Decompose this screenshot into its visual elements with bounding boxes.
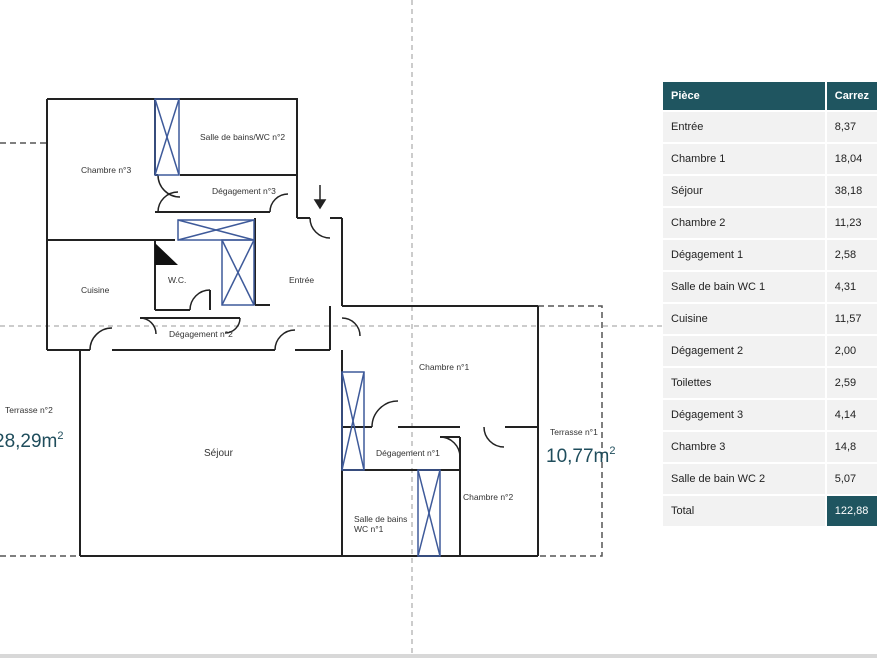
table-row: Chambre 2 11,23: [663, 208, 877, 238]
cell-room: Dégagement 1: [663, 240, 825, 270]
bottom-scrollbar-edge: [0, 654, 877, 658]
cell-carrez: 11,23: [824, 208, 877, 238]
cell-room: Chambre 1: [663, 144, 825, 174]
table-total-row: Total 122,88: [663, 496, 877, 526]
carrez-area-table: Pièce Carrez Entrée 8,37 Chambre 1 18,04 Séj…: [663, 80, 877, 528]
table-row: Salle de bain WC 1 4,31: [663, 272, 877, 302]
header-room: Pièce: [663, 82, 825, 110]
header-carrez: Carrez: [824, 82, 877, 110]
cell-carrez: 2,58: [824, 240, 877, 270]
total-value: 122,88: [824, 496, 877, 526]
table-row: Entrée 8,37: [663, 112, 877, 142]
cell-room: Toilettes: [663, 368, 825, 398]
table-row: Chambre 3 14,8: [663, 432, 877, 462]
terrace-2-label: Terrasse n°2: [5, 405, 53, 415]
cell-carrez: 18,04: [824, 144, 877, 174]
cell-room: Salle de bain WC 2: [663, 464, 825, 494]
cell-carrez: 2,59: [824, 368, 877, 398]
terrace-1-label: Terrasse n°1: [550, 427, 598, 437]
cell-carrez: 4,31: [824, 272, 877, 302]
cell-room: Entrée: [663, 112, 825, 142]
cell-carrez: 2,00: [824, 336, 877, 366]
cell-carrez: 11,57: [824, 304, 877, 334]
room-label-chambre-3: Chambre n°3: [81, 165, 131, 175]
cell-carrez: 8,37: [824, 112, 877, 142]
table-row: Dégagement 3 4,14: [663, 400, 877, 430]
cell-carrez: 5,07: [824, 464, 877, 494]
room-label-sejour: Séjour: [204, 448, 234, 459]
table-row: Toilettes 2,59: [663, 368, 877, 398]
cell-room: Cuisine: [663, 304, 825, 334]
table-row: Séjour 38,18: [663, 176, 877, 206]
room-label-degagement-1: Dégagement n°1: [376, 448, 440, 458]
cell-carrez: 14,8: [824, 432, 877, 462]
cell-room: Chambre 2: [663, 208, 825, 238]
cell-carrez: 4,14: [824, 400, 877, 430]
table-row: Salle de bain WC 2 5,07: [663, 464, 877, 494]
cell-carrez: 38,18: [824, 176, 877, 206]
room-label-degagement-2: Dégagement n°2: [169, 329, 233, 339]
table-row: Dégagement 2 2,00: [663, 336, 877, 366]
room-label-chambre-1: Chambre n°1: [419, 362, 469, 372]
table-row: Chambre 1 18,04: [663, 144, 877, 174]
room-label-wc: W.C.: [168, 275, 186, 285]
cell-room: Dégagement 2: [663, 336, 825, 366]
room-label-cuisine: Cuisine: [81, 285, 110, 295]
cell-room: Séjour: [663, 176, 825, 206]
room-label-sdb-wc-1-line2: WC n°1: [354, 524, 384, 534]
table-header-row: Pièce Carrez: [663, 82, 877, 110]
terrace-2-area: 28,29m2: [0, 430, 64, 452]
entrance-arrow-icon: [313, 185, 327, 210]
cell-room: Chambre 3: [663, 432, 825, 462]
room-label-degagement-3: Dégagement n°3: [212, 186, 276, 196]
total-label: Total: [663, 496, 825, 526]
room-label-sdb-wc-1-line1: Salle de bains: [354, 514, 407, 524]
table-body: Entrée 8,37 Chambre 1 18,04 Séjour 38,18 Chamb…: [663, 112, 877, 526]
room-label-sdb-wc-2: Salle de bains/WC n°2: [200, 132, 285, 142]
cell-room: Dégagement 3: [663, 400, 825, 430]
terrace-1-area: 10,77m2: [546, 445, 616, 467]
table-row: Cuisine 11,57: [663, 304, 877, 334]
room-label-entree: Entrée: [289, 275, 314, 285]
room-label-chambre-2: Chambre n°2: [463, 492, 513, 502]
duct-marker: [155, 243, 178, 265]
table-row: Dégagement 1 2,58: [663, 240, 877, 270]
cell-room: Salle de bain WC 1: [663, 272, 825, 302]
